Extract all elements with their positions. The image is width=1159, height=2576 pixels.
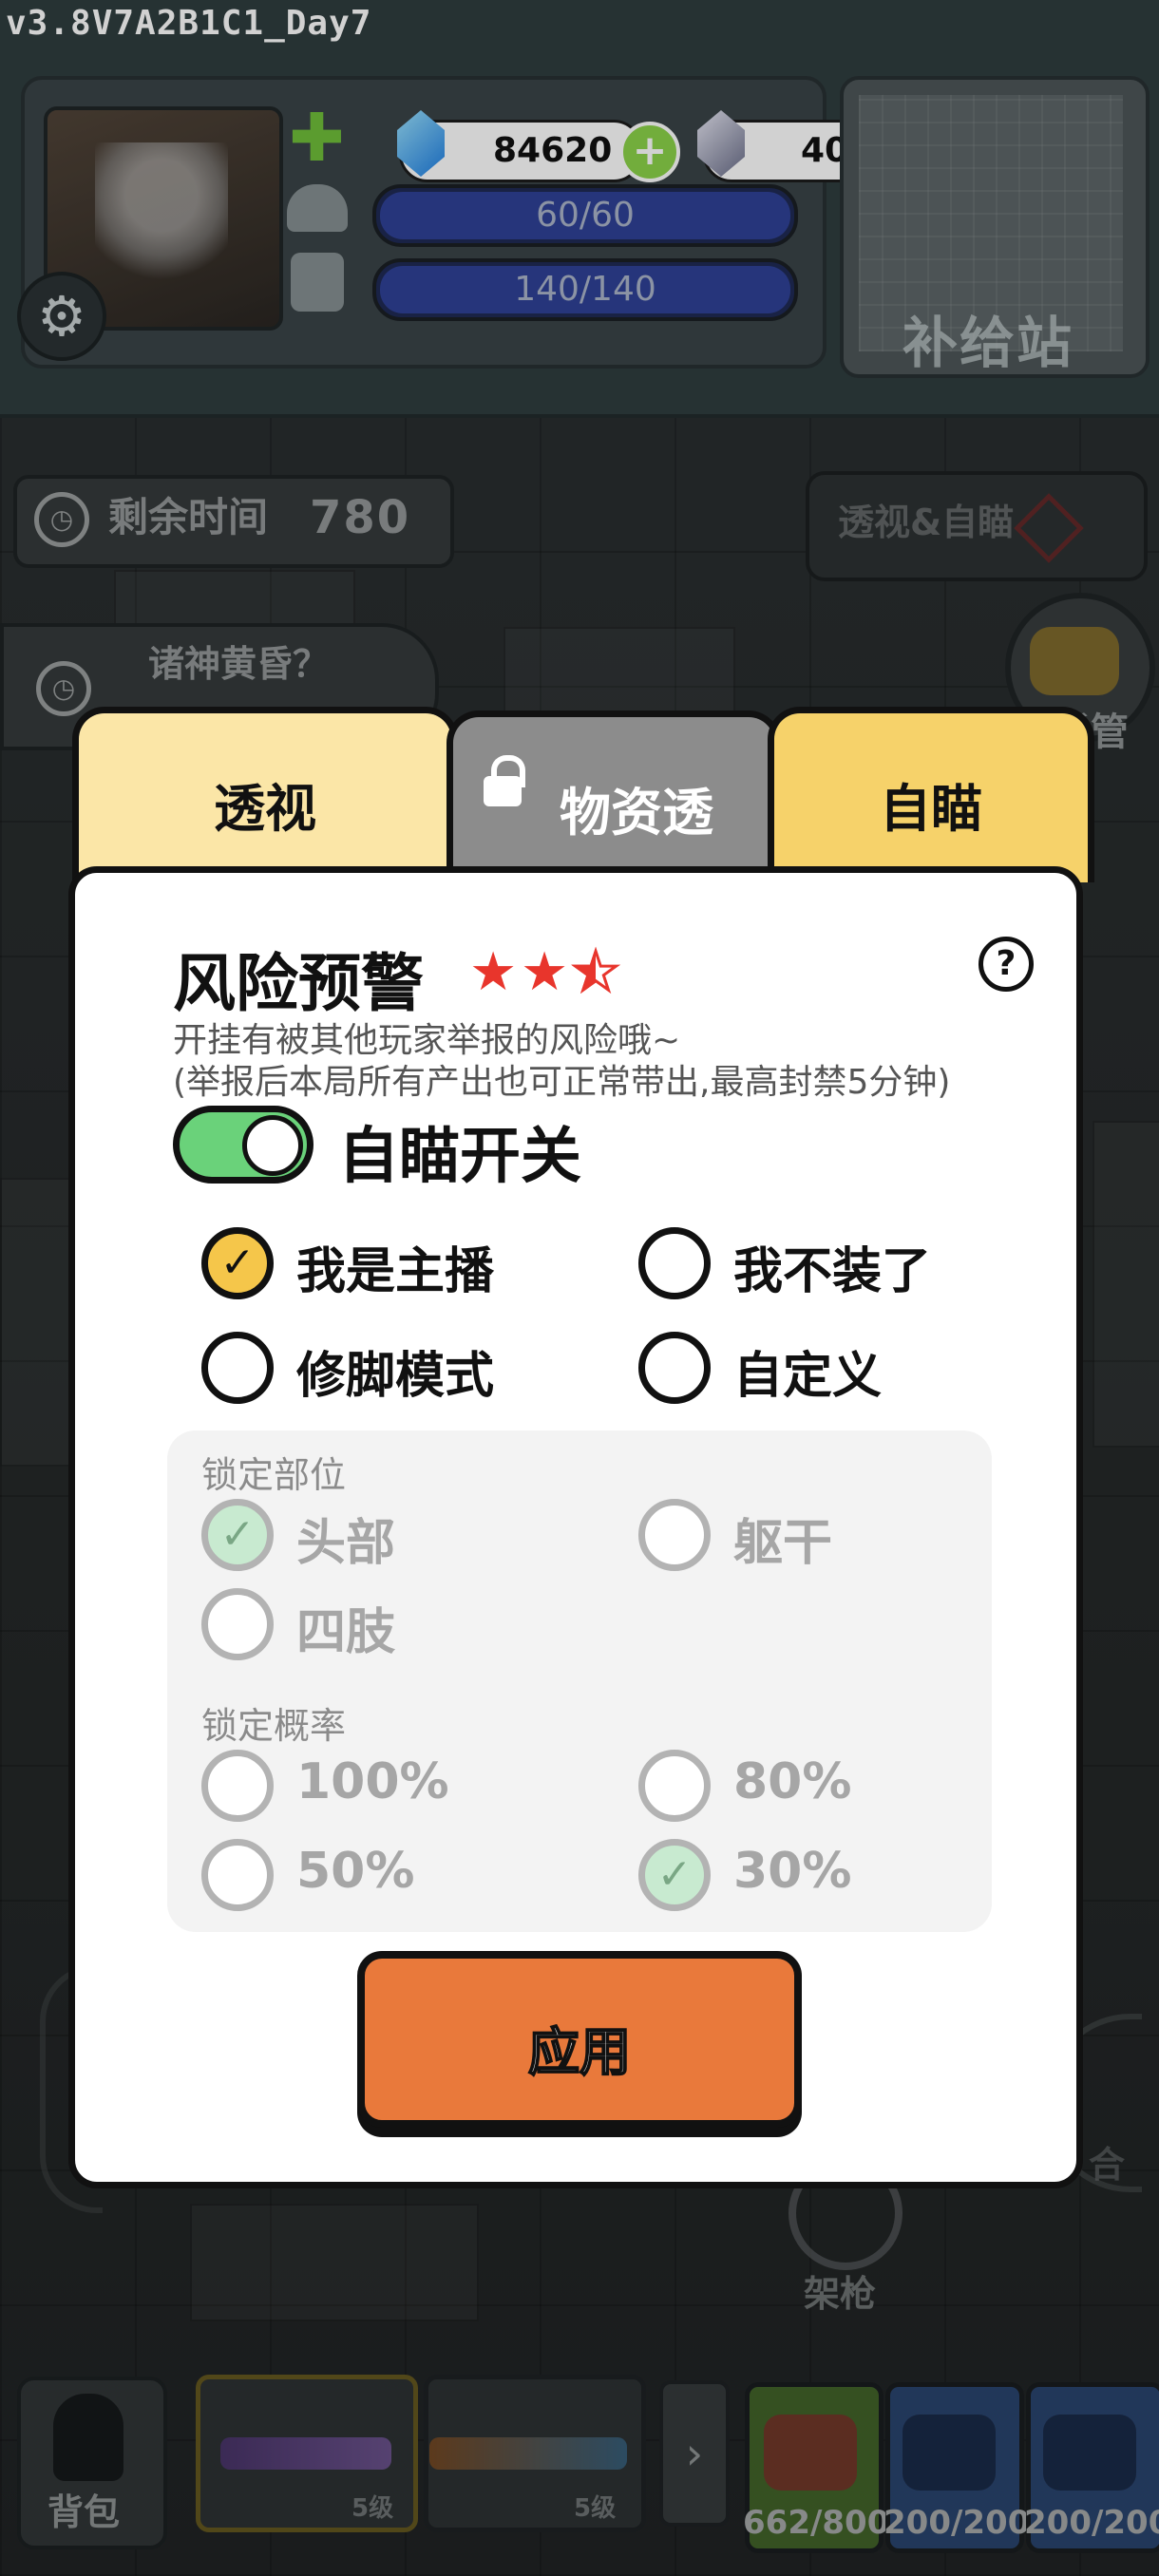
mode-custom-label[interactable]: 自定义 — [733, 1335, 882, 1407]
tab-aimbot[interactable]: 自瞄 — [768, 707, 1094, 882]
mode-streamer-label[interactable]: 我是主播 — [296, 1231, 494, 1302]
half-star-icon: ★ — [570, 941, 620, 1003]
tab-wallhack-label: 透视 — [214, 779, 316, 839]
star-icon: ★ — [521, 941, 569, 1003]
lock-rate-label: 锁定概率 — [201, 1705, 347, 1747]
tab-supplies-label: 物资透 — [560, 783, 713, 843]
rate-80-label[interactable]: 80% — [733, 1753, 851, 1810]
tab-aimbot-label: 自瞄 — [880, 779, 982, 839]
toggle-knob — [242, 1115, 303, 1176]
aimbot-toggle-label: 自瞄开关 — [338, 1122, 581, 1192]
mode-streamer-radio[interactable]: ✓ — [201, 1227, 274, 1299]
mode-subtle-label[interactable]: 修脚模式 — [296, 1335, 494, 1407]
tab-supplies-wallhack[interactable]: 物资透 — [446, 710, 781, 886]
lock-limbs-radio[interactable] — [201, 1588, 274, 1660]
star-icon: ★ — [469, 941, 518, 1003]
mode-custom-radio[interactable] — [638, 1332, 711, 1404]
mode-subtle-radio[interactable] — [201, 1332, 274, 1404]
rate-30-radio[interactable]: ✓ — [638, 1839, 711, 1911]
lock-part-label: 锁定部位 — [201, 1454, 347, 1496]
risk-warning-title: 风险预警 — [173, 947, 424, 1020]
mode-no-pretend-radio[interactable] — [638, 1227, 711, 1299]
checkmark-icon: ✓ — [656, 1850, 693, 1899]
risk-warning-note: (举报后本局所有产出也可正常带出,最高封禁5分钟) — [173, 1063, 951, 1102]
overlay-dim-top — [0, 0, 1159, 414]
checkmark-icon: ✓ — [219, 1239, 256, 1287]
rate-100-label[interactable]: 100% — [296, 1753, 449, 1810]
lock-torso-label[interactable]: 躯干 — [733, 1503, 832, 1574]
rate-50-label[interactable]: 50% — [296, 1843, 414, 1900]
checkmark-icon: ✓ — [219, 1510, 256, 1559]
help-icon[interactable]: ? — [978, 937, 1034, 992]
tab-wallhack[interactable]: 透视 — [72, 707, 458, 882]
rate-100-radio[interactable] — [201, 1750, 274, 1822]
apply-button-label: 应用 — [527, 2021, 632, 2083]
rate-30-label[interactable]: 30% — [733, 1843, 851, 1900]
lock-limbs-label[interactable]: 四肢 — [296, 1592, 395, 1663]
custom-settings-section — [167, 1430, 992, 1932]
lock-head-label[interactable]: 头部 — [296, 1503, 395, 1574]
rate-50-radio[interactable] — [201, 1839, 274, 1911]
aimbot-toggle[interactable] — [173, 1106, 314, 1184]
rate-80-radio[interactable] — [638, 1750, 711, 1822]
mode-no-pretend-label[interactable]: 我不装了 — [733, 1231, 931, 1302]
lock-head-radio[interactable]: ✓ — [201, 1499, 274, 1571]
lock-torso-radio[interactable] — [638, 1499, 711, 1571]
